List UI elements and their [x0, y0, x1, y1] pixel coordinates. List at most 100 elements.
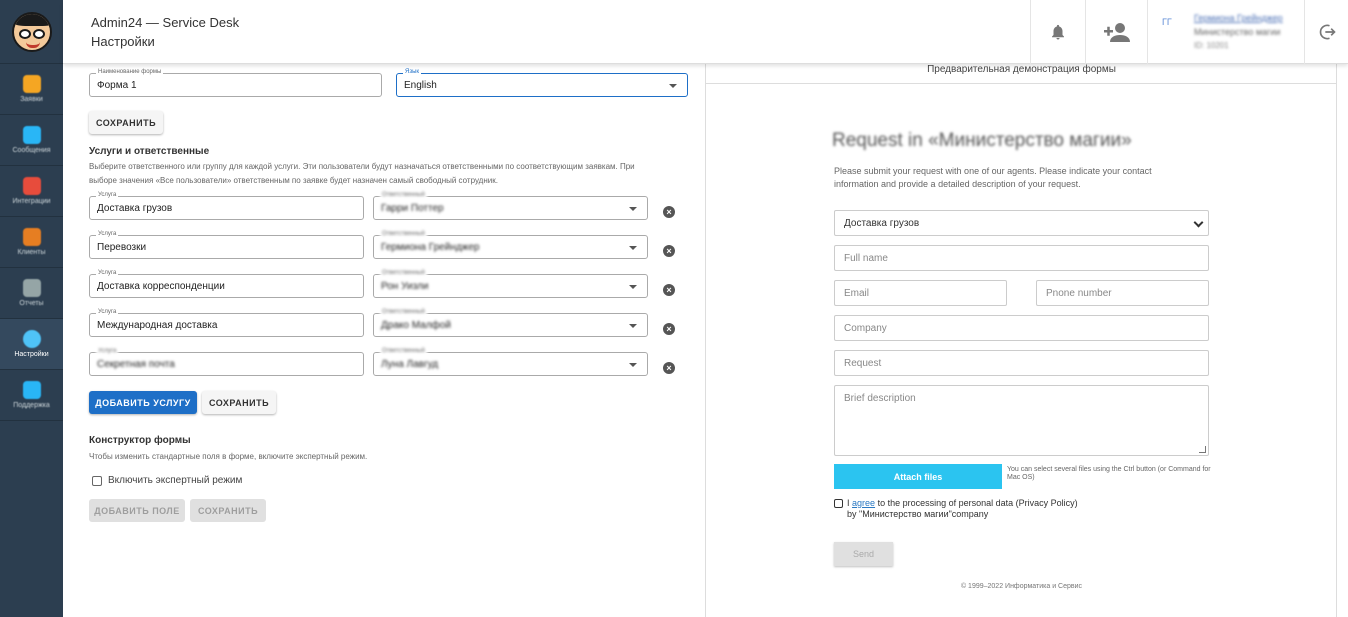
remove-service-icon[interactable]: ×: [663, 362, 675, 374]
responsible-value: Луна Лавгуд: [381, 359, 439, 370]
chevron-down-icon: [629, 324, 637, 328]
service-label: Услуга: [96, 309, 119, 316]
sidebar-item-clients[interactable]: Клиенты: [0, 217, 63, 268]
sidebar-item-label: Интеграции: [12, 198, 51, 205]
save-constructor-button[interactable]: СОХРАНИТЬ: [190, 499, 266, 522]
attach-files-button[interactable]: Attach files: [834, 464, 1002, 489]
language-value: English: [404, 80, 437, 91]
resize-handle-icon[interactable]: [1199, 446, 1206, 453]
responsible-value: Драко Малфой: [381, 320, 451, 331]
chevron-down-icon: [629, 246, 637, 250]
clients-icon: [22, 228, 41, 246]
company-input[interactable]: Company: [834, 315, 1209, 341]
request-form-description: Please submit your request with one of o…: [834, 166, 1152, 189]
service-field[interactable]: Услуга Перевозки: [89, 231, 364, 259]
reports-icon: [22, 279, 41, 297]
remove-service-icon[interactable]: ×: [663, 323, 675, 335]
chevron-down-icon: [629, 363, 637, 367]
sidebar-item-label: Заявки: [20, 96, 43, 103]
service-label: Услуга: [96, 231, 119, 238]
request-form-title: Request in «Министерство магии»: [832, 130, 1132, 151]
form-name-label: Наименование формы: [96, 69, 164, 76]
sidebar-item-label: Отчеты: [19, 300, 44, 307]
service-value: Доставка корреспонденции: [97, 281, 225, 292]
user-profile[interactable]: ГГ Гермиона Грейнджер Министерство магии…: [1147, 0, 1305, 64]
form-preview-panel: Предварительная демонстрация формы Reque…: [706, 64, 1337, 617]
app-title: Admin24 — Service Desk: [91, 15, 240, 30]
responsible-select[interactable]: Ответственный Луна Лавгуд: [373, 348, 648, 376]
full-name-input[interactable]: Full name: [834, 245, 1209, 271]
avatar-logo-icon: [11, 11, 52, 52]
service-field[interactable]: Услуга Доставка корреспонденции: [89, 270, 364, 298]
user-name[interactable]: Гермиона Грейнджер: [1194, 13, 1283, 23]
responsible-label: Ответственный: [380, 309, 427, 316]
expert-mode-label: Включить экспертный режим: [108, 475, 243, 486]
service-field[interactable]: Услуга Международная доставка: [89, 309, 364, 337]
copyright-footer: © 1999–2022 Информатика и Сервис: [960, 583, 1083, 590]
remove-service-icon[interactable]: ×: [663, 284, 675, 296]
user-avatar: ГГ: [1162, 17, 1172, 27]
service-label: Услуга: [96, 192, 119, 199]
save-services-button[interactable]: СОХРАНИТЬ: [202, 391, 276, 414]
service-value: Международная доставка: [97, 320, 218, 331]
chevron-down-icon: [629, 207, 637, 211]
service-value: Доставка грузов: [97, 203, 173, 214]
preview-title: Предварительная демонстрация формы: [706, 64, 1337, 84]
remove-service-icon[interactable]: ×: [663, 206, 675, 218]
services-description: Выберите ответственного или группу для к…: [89, 162, 635, 185]
sidebar-item-integrations[interactable]: Интеграции: [0, 166, 63, 217]
sidebar-item-settings[interactable]: Настройки: [0, 319, 63, 370]
service-value: Секретная почта: [97, 359, 175, 370]
responsible-select[interactable]: Ответственный Гарри Поттер: [373, 192, 648, 220]
constructor-title: Конструктор формы: [89, 435, 191, 446]
settings-panel: Наименование формы Форма 1 Язык English …: [63, 64, 705, 617]
form-name-field[interactable]: Наименование формы Форма 1: [89, 69, 382, 97]
language-select[interactable]: Язык English: [396, 69, 688, 97]
request-input[interactable]: Request: [834, 350, 1209, 376]
responsible-select[interactable]: Ответственный Рон Уизли: [373, 270, 648, 298]
bell-icon: [1052, 24, 1064, 40]
expert-mode-checkbox[interactable]: [92, 476, 102, 486]
chevron-down-icon: [629, 285, 637, 289]
add-field-button[interactable]: ДОБАВИТЬ ПОЛЕ: [89, 499, 185, 522]
form-name-value: Форма 1: [97, 80, 137, 91]
integrations-icon: [22, 177, 41, 195]
responsible-select[interactable]: Ответственный Гермиона Грейнджер: [373, 231, 648, 259]
sidebar-item-support[interactable]: Поддержка: [0, 370, 63, 421]
service-field[interactable]: Услуга Доставка грузов: [89, 192, 364, 220]
agree-link[interactable]: agree: [852, 498, 875, 508]
add-service-button[interactable]: ДОБАВИТЬ УСЛУГУ: [89, 391, 197, 414]
save-form-button[interactable]: СОХРАНИТЬ: [89, 111, 163, 134]
service-label: Услуга: [96, 270, 119, 277]
responsible-select[interactable]: Ответственный Драко Малфой: [373, 309, 648, 337]
notifications-button[interactable]: [1030, 0, 1085, 64]
user-organization: Министерство магии: [1194, 27, 1281, 37]
app-logo[interactable]: [0, 0, 63, 64]
responsible-label: Ответственный: [380, 231, 427, 238]
remove-service-icon[interactable]: ×: [663, 245, 675, 257]
responsible-value: Гарри Поттер: [381, 203, 444, 214]
logout-button[interactable]: [1305, 0, 1348, 64]
sidebar-item-requests[interactable]: Заявки: [0, 64, 63, 115]
email-input[interactable]: Email: [834, 280, 1007, 306]
responsible-label: Ответственный: [380, 270, 427, 277]
responsible-label: Ответственный: [380, 192, 427, 199]
add-user-button[interactable]: [1085, 0, 1147, 64]
sidebar: Заявки Сообщения Интеграции Клиенты Отчеты На…: [0, 0, 63, 617]
sidebar-item-label: Поддержка: [13, 402, 50, 409]
support-icon: [22, 381, 41, 399]
sidebar-item-label: Сообщения: [12, 147, 51, 154]
add-user-icon: [1103, 23, 1130, 42]
header: Admin24 — Service Desk Настройки ГГ Герм…: [63, 0, 1348, 64]
sidebar-item-messages[interactable]: Сообщения: [0, 115, 63, 166]
brief-description-textarea[interactable]: Brief description: [834, 385, 1209, 456]
agree-checkbox[interactable]: [834, 499, 843, 508]
sidebar-item-reports[interactable]: Отчеты: [0, 268, 63, 319]
service-select[interactable]: Доставка грузов: [834, 210, 1209, 236]
service-value: Перевозки: [97, 242, 147, 253]
service-field[interactable]: Услуга Секретная почта: [89, 348, 364, 376]
user-id: ID: 10201: [1194, 41, 1229, 50]
sidebar-item-label: Настройки: [14, 351, 49, 358]
send-button[interactable]: Send: [834, 542, 893, 566]
phone-input[interactable]: Pnone number: [1036, 280, 1209, 306]
